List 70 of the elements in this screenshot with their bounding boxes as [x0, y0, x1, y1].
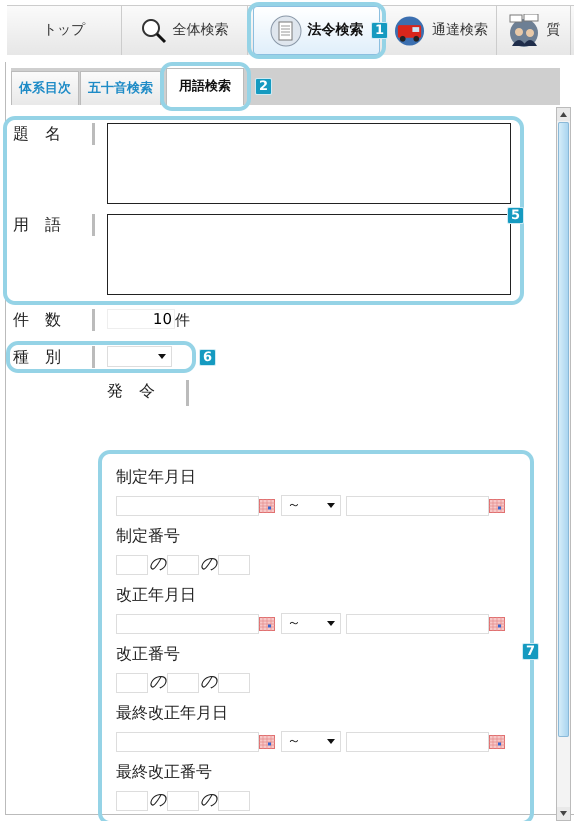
- type-dropdown[interactable]: [107, 346, 172, 366]
- date-field[interactable]: [346, 614, 489, 634]
- date-field[interactable]: [346, 732, 489, 752]
- fire-truck-icon: [394, 16, 424, 46]
- text-area[interactable]: [107, 123, 511, 204]
- joiner-text: の: [148, 552, 167, 576]
- section-label: 最終改正年月日: [116, 702, 229, 724]
- number-field[interactable]: [116, 672, 148, 692]
- field-label: 種 別: [13, 346, 95, 368]
- calendar-icon[interactable]: [259, 616, 275, 630]
- range-dropdown[interactable]: ～: [281, 495, 341, 516]
- count-field[interactable]: 10: [107, 309, 175, 329]
- joiner-text: の: [148, 788, 167, 812]
- number-field[interactable]: [167, 672, 199, 692]
- nav-tab[interactable]: 通達検索: [385, 6, 497, 55]
- number-field[interactable]: [218, 554, 250, 574]
- calendar-icon[interactable]: [489, 734, 505, 748]
- section-label: 改正年月日: [116, 584, 197, 606]
- callout-number: 2: [255, 78, 272, 95]
- scrollbar[interactable]: [556, 107, 571, 820]
- field-label: 発 令: [107, 380, 189, 406]
- field-label: 題 名: [13, 123, 95, 145]
- nav-tab[interactable]: 全体検索: [122, 6, 248, 55]
- number-field[interactable]: [116, 554, 148, 574]
- field-label: 用 語: [13, 214, 95, 236]
- section-label: 改正番号: [116, 642, 181, 664]
- field-label: 件 数: [13, 309, 95, 331]
- unit-label: 件: [175, 310, 190, 331]
- scroll-down-button[interactable]: [557, 806, 570, 820]
- joiner-text: の: [199, 552, 218, 576]
- calendar-icon[interactable]: [259, 734, 275, 748]
- number-field[interactable]: [218, 790, 250, 810]
- tab[interactable]: 用語検索: [166, 68, 244, 105]
- callout-number: 6: [199, 348, 216, 366]
- range-dropdown[interactable]: ～: [281, 613, 341, 634]
- callout-number: 5: [507, 207, 524, 224]
- section-label: 制定年月日: [116, 466, 197, 488]
- number-field[interactable]: [116, 790, 148, 810]
- scroll-thumb[interactable]: [558, 122, 569, 737]
- number-field[interactable]: [218, 672, 250, 692]
- date-field[interactable]: [116, 614, 259, 634]
- down-arrow-icon: [560, 810, 567, 816]
- document-icon: [270, 15, 301, 46]
- calendar-icon[interactable]: [489, 616, 505, 630]
- joiner-text: の: [199, 788, 218, 812]
- callout-number: 7: [522, 642, 539, 660]
- caret-icon: [327, 739, 335, 744]
- calendar-icon[interactable]: [489, 498, 505, 512]
- caret-icon: [158, 354, 166, 358]
- date-field[interactable]: [116, 496, 259, 516]
- people-icon: [509, 14, 538, 46]
- caret-icon: [327, 503, 335, 508]
- number-field[interactable]: [167, 790, 199, 810]
- date-field[interactable]: [116, 732, 259, 752]
- section-label: 制定番号: [116, 524, 181, 546]
- text-area[interactable]: [107, 214, 511, 295]
- scroll-up-button[interactable]: [557, 108, 570, 121]
- callout-number: 1: [371, 22, 388, 39]
- caret-icon: [327, 621, 335, 626]
- joiner-text: の: [199, 670, 218, 694]
- range-dropdown[interactable]: ～: [281, 731, 341, 752]
- up-arrow-icon: [560, 112, 567, 117]
- number-field[interactable]: [167, 554, 199, 574]
- search-icon: [142, 18, 166, 43]
- calendar-icon[interactable]: [259, 498, 275, 512]
- date-field[interactable]: [346, 496, 489, 516]
- nav-tab[interactable]: 質: [497, 6, 571, 55]
- section-label: 最終改正番号: [116, 760, 213, 782]
- joiner-text: の: [148, 670, 167, 694]
- nav-tab[interactable]: トップ: [7, 6, 122, 55]
